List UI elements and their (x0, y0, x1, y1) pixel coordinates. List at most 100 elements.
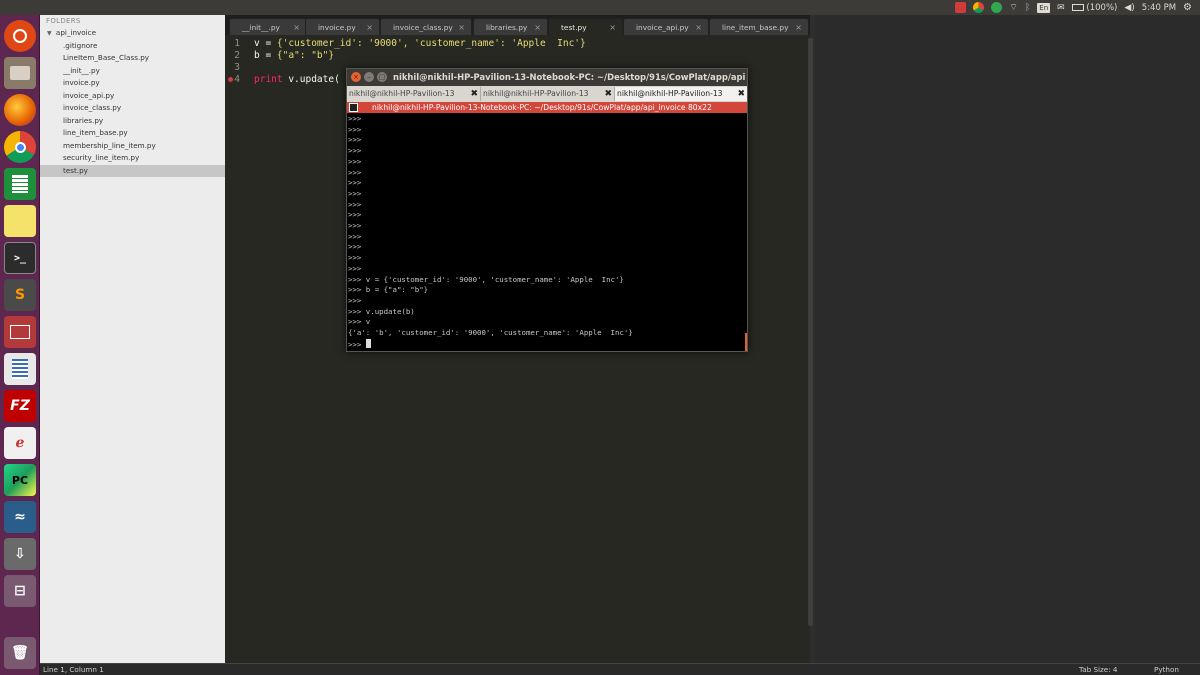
trash-icon[interactable]: 🗑 (4, 637, 36, 669)
tab-close-icon[interactable]: ✖ (737, 87, 745, 101)
bug-indicator-icon[interactable] (955, 2, 967, 13)
document-viewer-icon[interactable] (4, 353, 36, 385)
tab-label: libraries.py (486, 23, 528, 32)
terminal-line: >>> (348, 167, 362, 177)
terminal-cursor (365, 338, 371, 348)
terminal-path-bar: nikhil@nikhil-HP-Pavilion-13-Notebook-PC… (347, 102, 747, 113)
pycharm-icon[interactable]: PC (4, 464, 36, 496)
editor-tab-active[interactable]: test.py × (548, 18, 623, 35)
close-window-icon[interactable]: × (351, 72, 361, 82)
terminal-line: >>> (348, 231, 362, 241)
terminal-line: >>> (348, 242, 362, 252)
terminal-tab-active[interactable]: nikhil@nikhil-HP-Pavilion-13 ✖ (615, 87, 747, 101)
file-item[interactable]: LineItem_Base_Class.py (40, 52, 225, 64)
terminal-line: >>> (348, 188, 362, 198)
tab-size-indicator[interactable]: Tab Size: 4 (1079, 664, 1117, 675)
top-panel: ⌔ ᛒ En ✉ (100%) ◀) 5:40 PM ⚙ (0, 0, 1200, 15)
maximize-window-icon[interactable]: □ (377, 72, 387, 82)
sublime-text-icon[interactable]: S (4, 279, 36, 311)
editor-tab[interactable]: invoice_api.py × (623, 18, 709, 35)
terminal-line: >>> (348, 263, 362, 273)
workspace-switcher-icon[interactable] (4, 316, 36, 348)
file-item[interactable]: invoice_api.py (40, 90, 225, 102)
disclosure-triangle-icon[interactable]: ▼ (47, 30, 52, 37)
firefox-icon[interactable] (4, 94, 36, 126)
filezilla-icon[interactable]: FZ (4, 390, 36, 422)
bluetooth-icon[interactable]: ᛒ (1025, 3, 1030, 13)
syntax-indicator[interactable]: Python (1154, 664, 1179, 675)
tab-close-icon[interactable]: ✖ (604, 87, 612, 101)
terminal-tab-bar: nikhil@nikhil-HP-Pavilion-13 ✖ nikhil@ni… (347, 86, 747, 102)
editor-tab[interactable]: invoice.py × (305, 18, 380, 35)
file-item[interactable]: __init__.py (40, 65, 225, 77)
sticky-notes-icon[interactable] (4, 205, 36, 237)
file-item[interactable]: line_item_base.py (40, 127, 225, 139)
ubuntu-dash-icon[interactable] (4, 20, 36, 52)
terminal-prompt-line[interactable]: >>> (348, 338, 371, 350)
tab-close-icon[interactable]: × (534, 19, 541, 35)
mysql-workbench-icon[interactable]: ≈ (4, 501, 36, 533)
file-item[interactable]: membership_line_item.py (40, 140, 225, 152)
editor-tab[interactable]: __init__.py × (229, 18, 307, 35)
terminal-tab-label: nikhil@nikhil-HP-Pavilion-13 (483, 89, 589, 98)
terminal-titlebar[interactable]: × – □ nikhil@nikhil-HP-Pavilion-13-Noteb… (347, 69, 747, 86)
file-item[interactable]: invoice.py (40, 77, 225, 89)
minimize-window-icon[interactable]: – (364, 72, 374, 82)
chrome-icon[interactable] (4, 131, 36, 163)
tab-close-icon[interactable]: × (795, 19, 802, 35)
editor-tab[interactable]: line_item_base.py × (709, 18, 809, 35)
file-item-selected[interactable]: test.py (40, 165, 225, 177)
tab-label: invoice_class.py (393, 23, 453, 32)
terminal-session-icon (349, 103, 358, 112)
hangouts-icon[interactable] (991, 2, 1003, 13)
terminal-scrollbar[interactable] (745, 333, 747, 351)
installer-icon[interactable]: ⇩ (4, 538, 36, 570)
tab-close-icon[interactable]: × (366, 19, 373, 35)
tab-close-icon[interactable]: × (609, 19, 616, 35)
tab-close-icon[interactable]: × (293, 19, 300, 35)
clock[interactable]: 5:40 PM (1142, 3, 1176, 13)
terminal-line: >>> v.update(b) (348, 306, 415, 316)
usb-drive-icon[interactable]: ⊟ (4, 575, 36, 607)
code-string: {'customer_id': '9000', 'customer_name':… (276, 38, 586, 49)
folder-sidebar: FOLDERS ▼ api_invoice .gitignore LineIte… (40, 15, 225, 663)
editor-tab[interactable]: invoice_class.py × (380, 18, 472, 35)
chrome-tray-icon[interactable] (973, 2, 985, 13)
code-token: v = (254, 38, 277, 49)
terminal-tab[interactable]: nikhil@nikhil-HP-Pavilion-13 ✖ (481, 87, 615, 101)
editor-scrollbar[interactable] (808, 38, 813, 626)
terminal-tab-label: nikhil@nikhil-HP-Pavilion-13 (617, 89, 723, 98)
tab-close-icon[interactable]: × (458, 19, 465, 35)
volume-icon[interactable]: ◀) (1124, 3, 1134, 13)
file-item[interactable]: invoice_class.py (40, 102, 225, 114)
files-icon[interactable] (4, 57, 36, 89)
keyboard-language-indicator[interactable]: En (1037, 2, 1051, 13)
tab-close-icon[interactable]: ✖ (470, 87, 478, 101)
mail-icon[interactable]: ✉ (1057, 3, 1065, 13)
terminal-title: nikhil@nikhil-HP-Pavilion-13-Notebook-PC… (393, 72, 745, 82)
text-editor-icon[interactable]: ℯ (4, 427, 36, 459)
folder-root[interactable]: ▼ api_invoice (40, 27, 225, 39)
terminal-line: >>> (348, 178, 362, 188)
file-item[interactable]: security_line_item.py (40, 152, 225, 164)
status-bar: Line 1, Column 1 Tab Size: 4 Python (40, 663, 1200, 675)
tab-close-icon[interactable]: × (695, 19, 702, 35)
wifi-icon[interactable]: ⌔ (1009, 2, 1017, 13)
file-item[interactable]: libraries.py (40, 115, 225, 127)
terminal-icon[interactable]: >_ (4, 242, 36, 274)
file-item[interactable]: .gitignore (40, 40, 225, 52)
battery-percent: (100%) (1086, 2, 1118, 13)
code-line-2: b = {"a": "b"} (254, 50, 334, 61)
code-line-4: print v.update( (254, 74, 340, 85)
code-keyword: print (254, 74, 283, 85)
terminal-line: >>> (348, 135, 362, 145)
battery-indicator[interactable]: (100%) (1071, 2, 1118, 13)
calc-spreadsheet-icon[interactable] (4, 168, 36, 200)
editor-tab[interactable]: libraries.py × (473, 18, 548, 35)
terminal-window[interactable]: × – □ nikhil@nikhil-HP-Pavilion-13-Noteb… (346, 68, 748, 352)
power-gear-icon[interactable]: ⚙ (1183, 2, 1192, 13)
terminal-output[interactable]: >>> >>> >>> >>> >>> >>> >>> >>> >>> >>> … (348, 114, 746, 352)
system-tray: ⌔ ᛒ En ✉ (100%) ◀) 5:40 PM ⚙ (955, 0, 1192, 15)
line-number: 4 (234, 74, 240, 85)
terminal-tab[interactable]: nikhil@nikhil-HP-Pavilion-13 ✖ (347, 87, 481, 101)
